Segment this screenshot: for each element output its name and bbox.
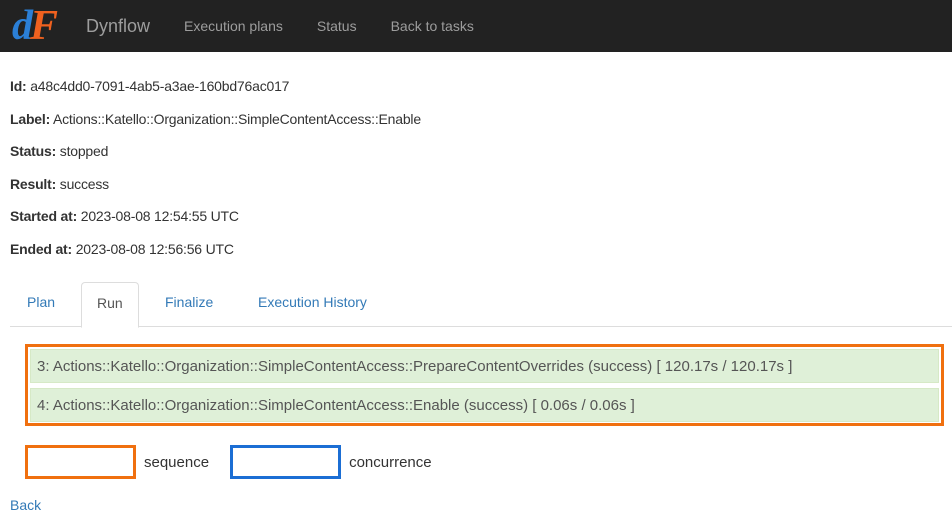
tab-finalize[interactable]: Finalize bbox=[150, 282, 228, 327]
nav-execution-plans[interactable]: Execution plans bbox=[184, 18, 283, 34]
info-result-label: Result: bbox=[10, 175, 57, 192]
plan-tabs: Plan Run Finalize Execution History bbox=[10, 282, 952, 328]
back-link[interactable]: Back bbox=[10, 497, 41, 513]
nav-status[interactable]: Status bbox=[317, 18, 357, 34]
info-id-label: Id: bbox=[10, 78, 27, 94]
info-result-value: success bbox=[59, 175, 109, 192]
info-status-value: stopped bbox=[59, 143, 109, 159]
concurrence-swatch bbox=[230, 445, 342, 479]
info-ended-at: Ended at: 2023-08-08 12:56:56 UTC bbox=[10, 233, 421, 266]
execution-plan-info: Id: a48c4dd0-7091-4ab5-a3ae-160bd76ac017… bbox=[10, 70, 421, 265]
info-label-value: Actions::Katello::Organization::SimpleCo… bbox=[52, 110, 421, 127]
tab-execution-history[interactable]: Execution History bbox=[243, 282, 382, 327]
logo-letter-d: d bbox=[12, 3, 33, 49]
sequence-legend-label: sequence bbox=[144, 453, 210, 471]
nav-back-to-tasks[interactable]: Back to tasks bbox=[391, 18, 474, 34]
navbar: dF Dynflow Execution plans Status Back t… bbox=[0, 0, 952, 52]
info-id: Id: a48c4dd0-7091-4ab5-a3ae-160bd76ac017 bbox=[10, 70, 421, 103]
run-step-3[interactable]: 3: Actions::Katello::Organization::Simpl… bbox=[30, 349, 939, 383]
info-ended-at-label: Ended at: bbox=[10, 240, 72, 257]
info-status: Status: stopped bbox=[10, 135, 421, 168]
info-result: Result: success bbox=[10, 168, 421, 201]
tab-run[interactable]: Run bbox=[81, 282, 139, 328]
logo-letter-f: F bbox=[30, 3, 58, 49]
brand-name: Dynflow bbox=[86, 15, 151, 36]
info-status-label: Status: bbox=[10, 143, 57, 159]
run-step-4[interactable]: 4: Actions::Katello::Organization::Simpl… bbox=[30, 388, 939, 422]
concurrence-legend-label: concurrence bbox=[349, 453, 432, 471]
sequence-flow: 3: Actions::Katello::Organization::Simpl… bbox=[25, 344, 944, 426]
info-started-at: Started at: 2023-08-08 12:54:55 UTC bbox=[10, 200, 421, 233]
info-ended-at-value: 2023-08-08 12:56:56 UTC bbox=[75, 240, 234, 257]
info-label: Label: Actions::Katello::Organization::S… bbox=[10, 103, 421, 136]
info-started-at-label: Started at: bbox=[10, 208, 78, 224]
info-started-at-value: 2023-08-08 12:54:55 UTC bbox=[80, 208, 239, 224]
tab-plan[interactable]: Plan bbox=[12, 282, 70, 327]
sequence-swatch bbox=[25, 445, 136, 479]
info-label-label: Label: bbox=[10, 110, 51, 127]
flow-legend: sequence concurrence bbox=[25, 445, 453, 479]
info-id-value: a48c4dd0-7091-4ab5-a3ae-160bd76ac017 bbox=[30, 78, 290, 94]
dynflow-logo: dF bbox=[12, 4, 82, 48]
brand-link[interactable]: dF Dynflow bbox=[12, 0, 150, 52]
